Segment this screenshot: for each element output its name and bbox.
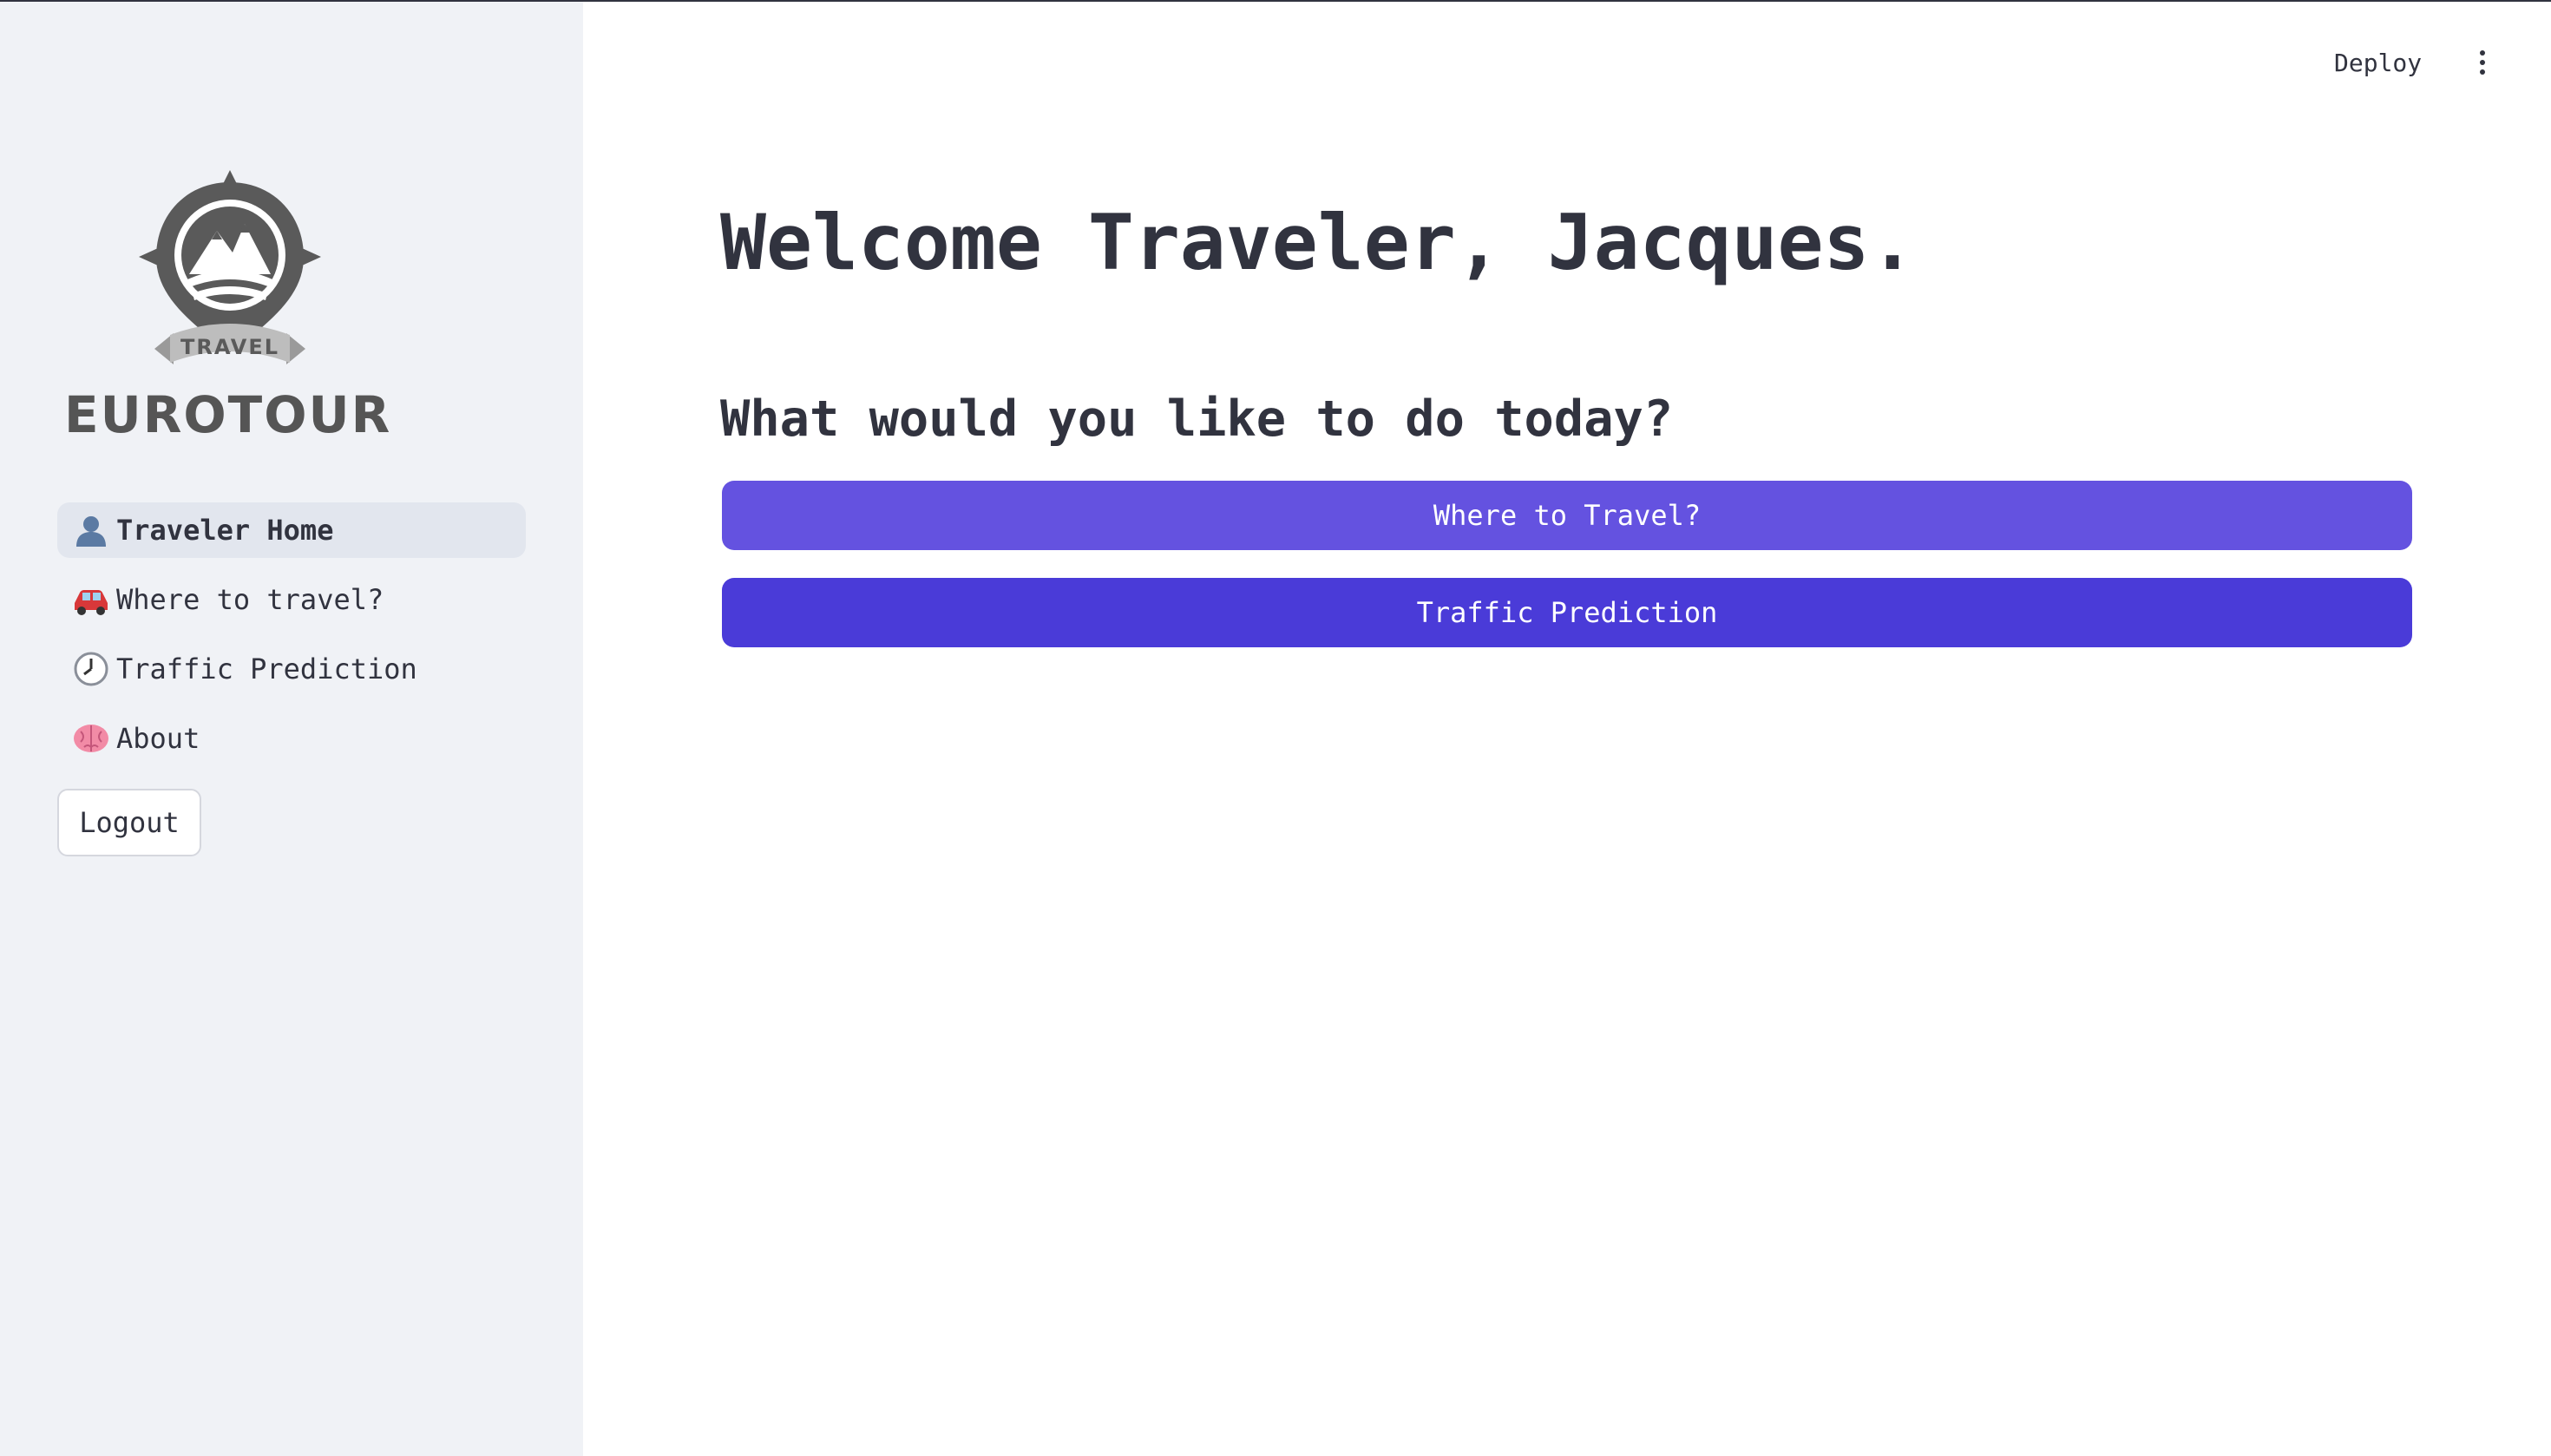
brain-icon [69,717,113,760]
sidebar-item-where-to-travel[interactable]: Where to travel? [57,572,526,627]
clock-icon [69,647,113,691]
sidebar-item-traffic-prediction[interactable]: Traffic Prediction [57,641,526,697]
top-divider [0,0,2551,2]
red-car-icon [69,578,113,621]
sidebar-item-label: About [116,722,200,755]
logout-button[interactable]: Logout [57,789,201,856]
travel-logo: TRAVEL [139,170,321,364]
traffic-prediction-button[interactable]: Traffic Prediction [722,578,2412,647]
travel-badge-text: TRAVEL [180,335,279,359]
kebab-menu-icon[interactable] [2469,45,2495,80]
sidebar-nav: Traveler Home Where to travel? Traffic P… [57,502,526,780]
bust-silhouette-icon [69,508,113,552]
app-window: TRAVEL EUROTOUR Traveler Home Where to t… [0,0,2551,1456]
sidebar-item-label: Traffic Prediction [116,653,417,685]
sidebar-item-traveler-home[interactable]: Traveler Home [57,502,526,558]
where-to-travel-button[interactable]: Where to Travel? [722,481,2412,550]
sidebar: TRAVEL EUROTOUR Traveler Home Where to t… [0,0,583,1456]
sidebar-item-about[interactable]: About [57,711,526,766]
sidebar-item-label: Traveler Home [116,514,334,547]
page-title: Welcome Traveler, Jacques. [720,198,1916,287]
deploy-button[interactable]: Deploy [2334,43,2422,82]
page-subtitle: What would you like to do today? [720,390,1674,448]
sidebar-item-label: Where to travel? [116,583,384,616]
brand-name: EUROTOUR [64,385,392,444]
